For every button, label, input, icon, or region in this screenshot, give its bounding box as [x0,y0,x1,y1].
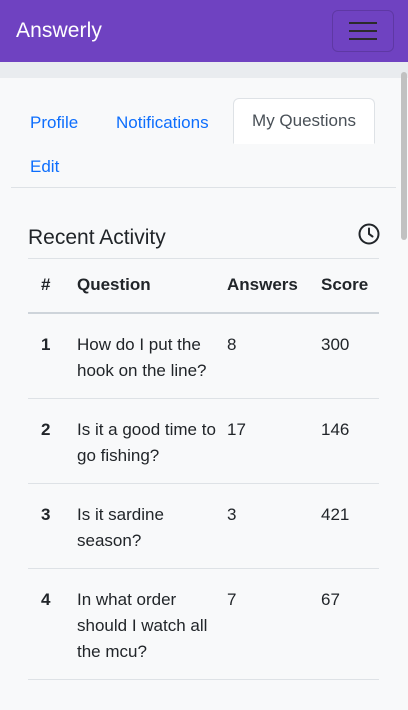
table-row[interactable]: 4 In what order should I watch all the m… [28,568,379,680]
scrollbar-thumb[interactable] [401,72,407,240]
table-row[interactable]: 3 Is it sardine season? 3 421 [28,483,379,569]
tab-profile[interactable]: Profile [30,113,78,133]
column-header-number: # [28,258,77,314]
answers-count: 8 [227,312,321,399]
clock-icon[interactable] [357,222,381,246]
column-header-score: Score [321,258,379,314]
hamburger-menu-icon [349,22,377,40]
brand-logo[interactable]: Answerly [16,19,102,43]
answers-count: 7 [227,568,321,680]
tab-notifications[interactable]: Notifications [116,113,209,133]
answers-count: 3 [227,483,321,569]
section-title: Recent Activity [28,226,166,249]
question-text[interactable]: How do I put the hook on the line? [77,312,227,399]
table-row[interactable]: 2 Is it a good time to go fishing? 17 14… [28,398,379,484]
menu-toggle-button[interactable] [332,10,394,52]
table-row[interactable]: 1 How do I put the hook on the line? 8 3… [28,312,379,399]
score-value: 67 [321,568,379,680]
header-spacer [0,62,408,78]
question-text[interactable]: Is it sardine season? [77,483,227,569]
score-value: 146 [321,398,379,484]
table-header-row: # Question Answers Score [28,258,379,314]
question-text[interactable]: In what order should I watch all the mcu… [77,568,227,680]
row-number: 4 [28,568,77,680]
tab-edit[interactable]: Edit [30,157,59,177]
score-value: 300 [321,312,379,399]
recent-activity-table: # Question Answers Score 1 How do I put … [28,258,379,680]
column-header-answers: Answers [227,258,321,314]
tab-my-questions[interactable]: My Questions [233,98,375,144]
row-number: 3 [28,483,77,569]
answers-count: 17 [227,398,321,484]
row-number: 1 [28,312,77,399]
nav-tabs: Profile Notifications My Questions Edit [11,98,396,188]
scrollbar[interactable] [400,62,408,710]
question-text[interactable]: Is it a good time to go fishing? [77,398,227,484]
navbar: Answerly [0,0,408,62]
score-value: 421 [321,483,379,569]
column-header-question: Question [77,258,227,314]
row-number: 2 [28,398,77,484]
